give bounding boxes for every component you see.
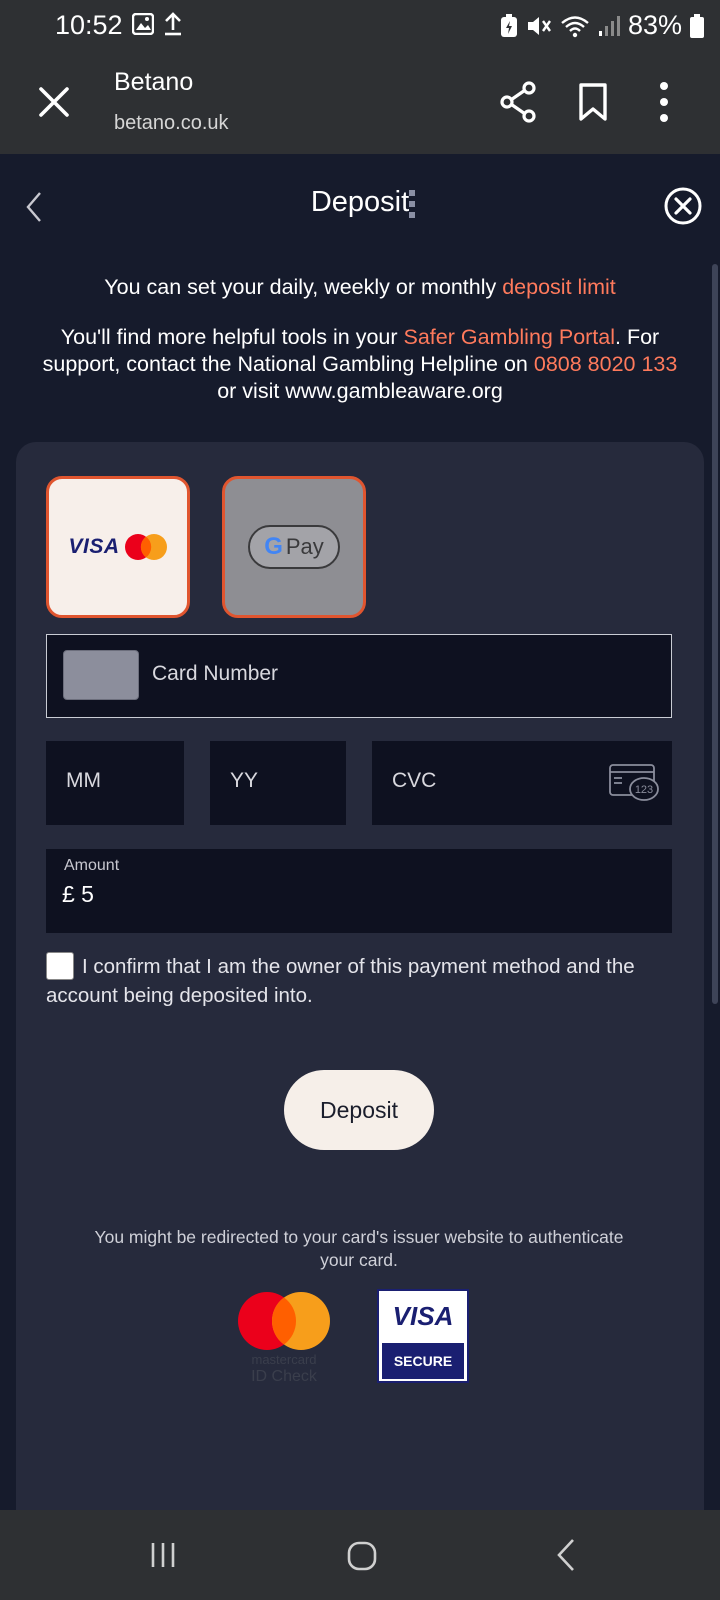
owner-confirmation-text: I confirm that I am the owner of this pa… (46, 955, 635, 1007)
cvc-placeholder: CVC (392, 769, 437, 792)
safer-gambling-info: You'll find more helpful tools in your S… (40, 324, 680, 405)
status-right-icons: 83% (500, 10, 704, 41)
visa-secure-logo: VISA SECURE (377, 1289, 469, 1383)
browser-toolbar: Betano betano.co.uk (0, 50, 720, 154)
mastercard-icon (124, 534, 167, 560)
visa-secure-label: SECURE (382, 1343, 464, 1379)
site-url: betano.co.uk (114, 112, 229, 134)
close-circle-icon[interactable] (663, 186, 703, 226)
mastercard-wordmark: mastercard (251, 1352, 316, 1367)
expiry-month-placeholder: MM (66, 769, 101, 792)
info-text: You can set your daily, weekly or monthl… (104, 275, 503, 299)
back-icon[interactable] (554, 1537, 578, 1573)
share-icon[interactable] (498, 80, 538, 124)
expiry-year-placeholder: YY (230, 769, 259, 792)
more-vertical-icon[interactable] (654, 80, 674, 124)
card-number-placeholder: Card Number (152, 662, 279, 685)
visa-secure-wordmark: VISA (392, 1300, 454, 1331)
card-payment-option[interactable]: VISA (46, 476, 190, 618)
gpay-label: Pay (285, 534, 324, 559)
visa-logo-text: VISA (68, 535, 120, 558)
battery-percent: 83% (627, 10, 682, 40)
battery-icon (690, 13, 704, 38)
expiry-year-field[interactable]: YY (210, 741, 346, 825)
status-left-icons (132, 12, 182, 36)
owner-confirmation-checkbox[interactable] (46, 952, 74, 980)
amount-value: £ 5 (62, 881, 94, 907)
cvc-field[interactable]: CVC 123 (372, 741, 672, 825)
status-time: 10:52 (55, 10, 123, 40)
deposit-page: Deposit You can set your daily, weekly o… (0, 154, 720, 1510)
home-icon[interactable] (346, 1540, 378, 1572)
scrollbar[interactable] (712, 264, 718, 1004)
amount-label: Amount (64, 857, 120, 874)
site-title: Betano (114, 68, 194, 96)
bookmark-icon[interactable] (578, 82, 608, 122)
drag-handle-icon (409, 190, 415, 218)
page-title: Deposit (310, 186, 410, 218)
amount-field[interactable]: Amount £ 5 (46, 849, 672, 933)
expiry-month-field[interactable]: MM (46, 741, 184, 825)
close-icon[interactable] (34, 82, 74, 122)
wifi-icon (561, 15, 589, 37)
status-bar: 10:52 83% (0, 0, 720, 50)
google-pay-option[interactable]: G Pay (222, 476, 366, 618)
info-text: or visit www.gambleaware.org (217, 379, 503, 403)
mute-icon (527, 16, 551, 35)
cvc-icon-text: 123 (635, 784, 653, 796)
helpline-phone-link[interactable]: 0808 8020 133 (534, 352, 677, 376)
card-placeholder-icon (63, 650, 139, 700)
signal-icon (598, 15, 620, 36)
google-g-logo: G (264, 533, 283, 560)
deposit-limit-link[interactable]: deposit limit (502, 275, 616, 299)
battery-saver-icon (500, 13, 517, 37)
deposit-limit-info: You can set your daily, weekly or monthl… (40, 274, 680, 301)
cvc-card-icon: 123 (609, 764, 659, 801)
system-navigation-bar (0, 1510, 720, 1600)
google-pay-logo: G Pay (248, 525, 340, 569)
recent-apps-icon[interactable] (148, 1540, 178, 1570)
safer-gambling-portal-link[interactable]: Safer Gambling Portal (404, 325, 616, 349)
info-text: You'll find more helpful tools in your (60, 325, 404, 349)
card-payment-panel: VISA G Pay Card Number MM YY CVC 123 Amo… (16, 442, 704, 1510)
mastercard-id-check-logo: mastercard ID Check (238, 1292, 330, 1385)
visa-mastercard-logo: VISA (68, 533, 167, 561)
id-check-wordmark: ID Check (251, 1368, 318, 1385)
deposit-button[interactable]: Deposit (284, 1070, 434, 1150)
upload-icon (165, 12, 181, 36)
card-number-field[interactable]: Card Number (46, 634, 672, 718)
redirect-note: You might be redirected to your card's i… (94, 1227, 624, 1270)
gallery-icon (132, 13, 154, 35)
